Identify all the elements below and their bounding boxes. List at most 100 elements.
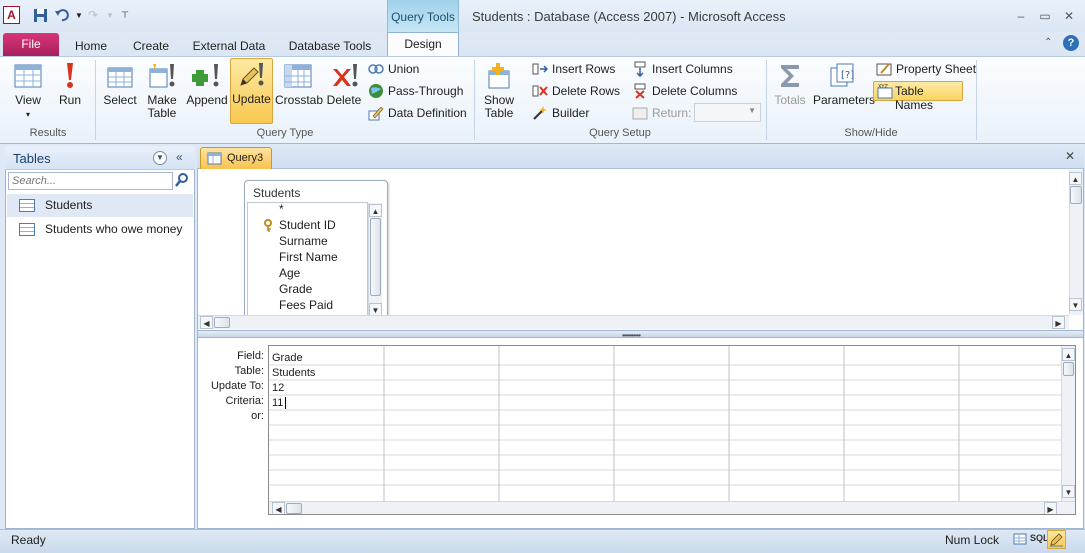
tab-home[interactable]: Home (70, 36, 112, 56)
datasheet-view-icon (14, 64, 42, 88)
access-logo-icon[interactable]: A (3, 6, 20, 24)
scroll-down-icon[interactable]: ▼ (1069, 298, 1082, 311)
crosstab-icon (284, 64, 312, 88)
field-student-id[interactable]: Student ID (279, 218, 336, 232)
tab-design[interactable]: Design (387, 32, 459, 57)
close-query-icon[interactable]: ✕ (1065, 149, 1075, 163)
table-icon (19, 223, 35, 236)
parameters-button[interactable]: [?] Parameters (813, 60, 875, 124)
field-grade[interactable]: Grade (279, 282, 312, 296)
grid-cell-table[interactable]: Students (272, 367, 315, 379)
return-icon (632, 107, 648, 120)
table-pane-horizontal-scrollbar[interactable] (198, 315, 1069, 329)
scroll-thumb[interactable] (286, 503, 302, 514)
pass-through-query-button[interactable]: Pass-Through (368, 81, 463, 101)
scroll-left-icon[interactable]: ◀ (200, 316, 213, 329)
field-all-asterisk[interactable]: * (279, 202, 284, 216)
query-type-group-label: Query Type (256, 127, 314, 139)
grid-row-labels: Field: Table: Update To: Criteria: or: (198, 350, 264, 430)
pane-splitter[interactable]: •••••••••• (198, 330, 1083, 340)
table-names-icon: XYZ (877, 84, 893, 99)
maximize-icon[interactable]: ▭ (1037, 9, 1053, 23)
nav-item-students-who-owe-money[interactable]: Students who owe money (7, 218, 193, 241)
query-design-grid[interactable]: Grade Students 12 11 ▲ ▼ ◀ ▶ (268, 345, 1076, 515)
search-icon[interactable] (174, 172, 190, 188)
query3-document-tab[interactable]: Query3 (200, 147, 272, 169)
insert-columns-icon (634, 61, 646, 77)
shutter-bar-close-icon[interactable]: « (176, 150, 183, 164)
collapse-ribbon-icon[interactable]: ⌃ (1044, 37, 1052, 48)
delete-rows-button[interactable]: Delete Rows (532, 81, 620, 101)
field-first-name[interactable]: First Name (279, 250, 338, 264)
append-query-button[interactable]: Append (185, 60, 229, 124)
grid-horizontal-scrollbar[interactable] (269, 501, 1075, 514)
sigma-icon (781, 65, 799, 87)
make-table-query-button[interactable]: Make Table (143, 60, 181, 124)
save-icon[interactable] (31, 6, 49, 24)
delete-query-button[interactable]: Delete (325, 60, 363, 124)
scroll-thumb[interactable] (1063, 362, 1074, 376)
select-query-label: Select (103, 93, 137, 107)
tab-file[interactable]: File (3, 33, 59, 57)
grid-cell-criteria[interactable]: 11 (272, 397, 283, 409)
scroll-up-icon[interactable]: ▲ (1062, 348, 1075, 361)
tab-database-tools[interactable]: Database Tools (285, 36, 375, 56)
scroll-up-icon[interactable]: ▲ (1069, 172, 1082, 185)
nav-item-label: Students who owe money (45, 222, 183, 236)
grid-cell-update-to[interactable]: 12 (272, 382, 284, 394)
run-button[interactable]: Run (52, 60, 88, 124)
delete-columns-button[interactable]: Delete Columns (632, 81, 737, 101)
scroll-thumb[interactable] (214, 317, 230, 328)
builder-button[interactable]: Builder (532, 103, 589, 123)
scroll-up-icon[interactable]: ▲ (369, 204, 382, 217)
field-age[interactable]: Age (279, 266, 300, 280)
insert-columns-button[interactable]: Insert Columns (632, 59, 733, 79)
totals-button[interactable]: Totals (770, 60, 810, 124)
undo-icon[interactable] (53, 6, 71, 24)
select-query-button[interactable]: Select (101, 60, 139, 124)
scroll-thumb[interactable] (370, 218, 381, 296)
datasheet-view-status-icon[interactable] (1013, 532, 1027, 546)
property-sheet-button[interactable]: Property Sheet (876, 59, 976, 79)
redo-icon: ↷ (87, 8, 99, 22)
grid-lines (269, 346, 1075, 501)
nav-pane-menu-icon[interactable]: ▼ (153, 151, 167, 165)
minimize-icon[interactable]: – (1013, 9, 1029, 23)
view-button[interactable]: View ▾ (8, 60, 48, 124)
table-names-button[interactable]: XYZ Table Names (873, 81, 963, 112)
delete-x-icon (333, 64, 358, 87)
tab-external-data[interactable]: External Data (189, 36, 269, 56)
crosstab-query-button[interactable]: Crosstab (275, 60, 323, 124)
globe-icon (369, 84, 383, 98)
scroll-down-icon[interactable]: ▼ (1062, 485, 1075, 498)
update-query-button[interactable]: Update (230, 58, 273, 124)
table-names-label: Table Names (895, 84, 934, 112)
field-fees-paid[interactable]: Fees Paid (279, 298, 333, 312)
insert-rows-button[interactable]: Insert Rows (532, 59, 615, 79)
sql-view-button[interactable]: SQL (1030, 533, 1049, 543)
close-icon[interactable]: ✕ (1061, 9, 1077, 23)
design-view-status-button[interactable] (1047, 530, 1066, 549)
group-separator (766, 60, 767, 140)
nav-item-label: Students (45, 198, 93, 212)
help-icon[interactable]: ? (1063, 35, 1079, 51)
nav-search-input[interactable] (8, 172, 173, 190)
scroll-right-icon[interactable]: ▶ (1044, 502, 1057, 514)
data-definition-query-button[interactable]: Data Definition (368, 103, 467, 123)
return-dropdown: ▼ (694, 103, 761, 122)
results-group-label: Results (29, 127, 67, 139)
customize-toolbar-icon[interactable]: ⊤ (116, 6, 134, 24)
return-label: Return: (632, 103, 691, 123)
tab-create[interactable]: Create (128, 36, 174, 56)
union-query-button[interactable]: Union (368, 59, 419, 79)
return-dropdown-arrow-icon: ▼ (748, 106, 756, 115)
field-surname[interactable]: Surname (279, 234, 328, 248)
nav-item-students[interactable]: Students (7, 194, 193, 217)
union-label: Union (388, 62, 420, 76)
scroll-right-icon[interactable]: ▶ (1052, 316, 1065, 329)
show-table-label-line1: Show (483, 93, 515, 107)
grid-cell-field[interactable]: Grade (272, 352, 303, 364)
scroll-thumb[interactable] (1070, 186, 1082, 204)
show-table-button[interactable]: Show Table (480, 60, 518, 124)
scroll-left-icon[interactable]: ◀ (272, 502, 285, 514)
